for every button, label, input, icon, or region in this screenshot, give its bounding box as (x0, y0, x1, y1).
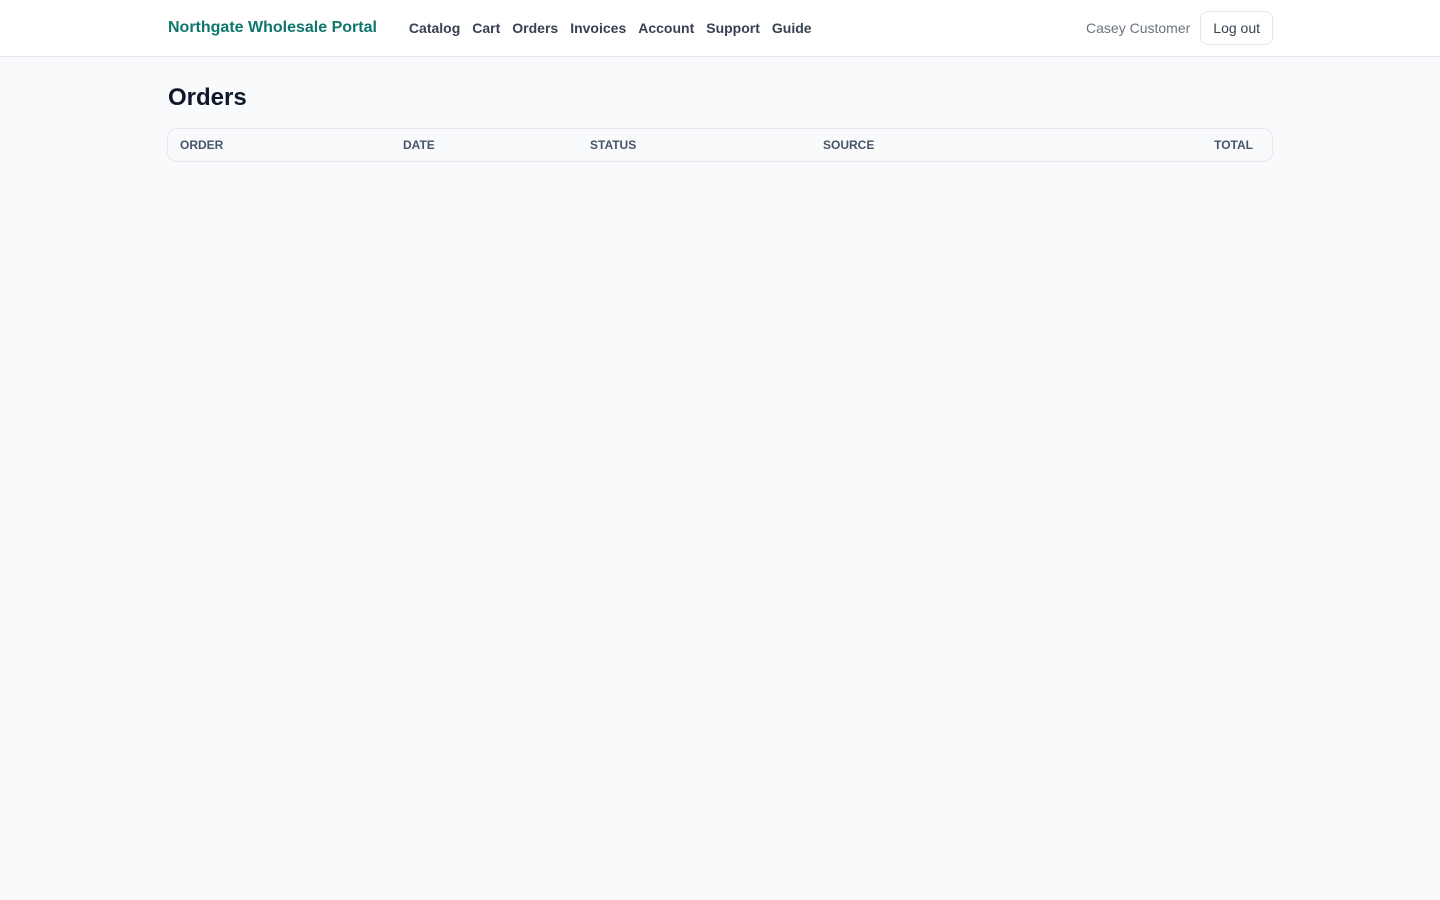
column-header-status: STATUS (590, 138, 637, 152)
main-navigation: Catalog Cart Orders Invoices Account Sup… (409, 20, 812, 36)
nav-link-guide[interactable]: Guide (772, 20, 812, 36)
nav-link-account[interactable]: Account (638, 20, 694, 36)
column-header-source: SOURCE (823, 138, 875, 152)
nav-link-invoices[interactable]: Invoices (570, 20, 626, 36)
nav-link-cart[interactable]: Cart (472, 20, 500, 36)
nav-link-support[interactable]: Support (706, 20, 760, 36)
page-title: Orders (168, 84, 247, 111)
column-header-order: ORDER (180, 138, 224, 152)
nav-link-catalog[interactable]: Catalog (409, 20, 460, 36)
orders-table-header: ORDER DATE STATUS SOURCE TOTAL (168, 129, 1272, 161)
top-navigation-bar: Northgate Wholesale Portal Catalog Cart … (0, 0, 1440, 57)
nav-link-orders[interactable]: Orders (512, 20, 558, 36)
orders-table-card: ORDER DATE STATUS SOURCE TOTAL (167, 128, 1273, 162)
top-navigation-content: Northgate Wholesale Portal Catalog Cart … (168, 0, 1273, 56)
column-header-total: TOTAL (1214, 138, 1253, 152)
current-user-name: Casey Customer (1086, 20, 1191, 36)
logout-button[interactable]: Log out (1200, 11, 1273, 45)
brand-link[interactable]: Northgate Wholesale Portal (168, 19, 377, 37)
column-header-date: DATE (403, 138, 435, 152)
orders-table: ORDER DATE STATUS SOURCE TOTAL (168, 129, 1272, 161)
orders-table-header-row: ORDER DATE STATUS SOURCE TOTAL (168, 129, 1272, 161)
